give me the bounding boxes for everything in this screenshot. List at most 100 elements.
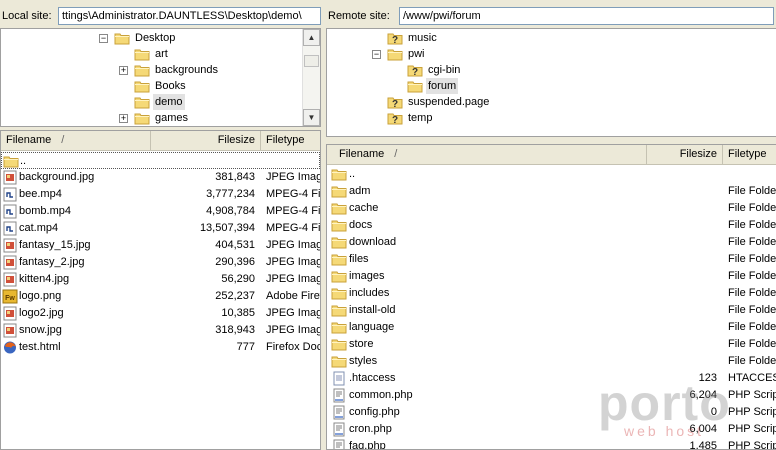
fireworks-file-icon: Fw: [2, 289, 18, 304]
parent-directory-row[interactable]: ..: [327, 166, 776, 183]
remote-directory-tree[interactable]: ? music pwi −? cgi-bin forum? suspended.page? t…: [326, 28, 776, 137]
folder-icon: [331, 184, 347, 199]
media-file-icon: [2, 204, 18, 219]
file-row[interactable]: docs File Folder: [327, 217, 776, 234]
folder-icon: [331, 354, 347, 369]
unknown-folder-icon: ?: [387, 95, 403, 110]
file-name: cron.php: [349, 423, 392, 435]
remote-site-path-input[interactable]: /www/pwi/forum: [399, 7, 774, 25]
collapse-icon[interactable]: −: [372, 50, 381, 59]
file-row[interactable]: styles File Folder: [327, 353, 776, 370]
file-row[interactable]: cron.php 6,004 PHP Script: [327, 421, 776, 438]
folder-icon: [331, 201, 347, 216]
file-row[interactable]: bee.mp4 3,777,234 MPEG-4 File: [1, 186, 320, 203]
folder-icon: [331, 269, 347, 284]
file-row[interactable]: store File Folder: [327, 336, 776, 353]
file-name: faq.php: [349, 440, 386, 450]
file-type: JPEG Image: [266, 171, 320, 183]
script-file-icon: [331, 439, 347, 449]
folder-icon: [114, 31, 130, 45]
local-pane: Local site: ttings\Administrator.DAUNTLE…: [0, 0, 321, 450]
column-filename[interactable]: Filename /: [327, 145, 647, 164]
column-filename[interactable]: Filename /: [1, 131, 151, 150]
file-row[interactable]: files File Folder: [327, 251, 776, 268]
file-size: 1,485: [689, 440, 717, 450]
file-row[interactable]: background.jpg 381,843 JPEG Image: [1, 169, 320, 186]
file-row[interactable]: .htaccess 123 HTACCESS: [327, 370, 776, 387]
file-type: PHP Script: [728, 440, 776, 450]
file-size: 10,385: [221, 307, 255, 319]
file-name: common.php: [349, 389, 413, 401]
file-row[interactable]: snow.jpg 318,943 JPEG Image: [1, 322, 320, 339]
file-row[interactable]: install-old File Folder: [327, 302, 776, 319]
unknown-folder-icon: ?: [407, 63, 423, 78]
file-name: download: [349, 236, 397, 248]
expand-icon[interactable]: +: [119, 114, 128, 123]
file-name: cat.mp4: [19, 222, 59, 234]
folder-icon: [331, 167, 347, 182]
file-row[interactable]: config.php 0 PHP Script: [327, 404, 776, 421]
tree-node-label: backgrounds: [155, 64, 218, 76]
remote-site-label: Remote site:: [328, 10, 390, 22]
file-name: .htaccess: [349, 372, 396, 384]
file-size: 290,396: [215, 256, 255, 268]
folder-icon: [134, 79, 150, 93]
file-row[interactable]: cache File Folder: [327, 200, 776, 217]
file-type: JPEG Image: [266, 307, 320, 319]
tree-node-label: art: [155, 48, 168, 60]
remote-file-list[interactable]: Filename / Filesize Filetype .. adm File Fo…: [326, 144, 776, 450]
tree-node-label: demo: [153, 94, 185, 110]
file-size: 4,908,784: [206, 205, 255, 217]
column-filetype[interactable]: Filetype: [261, 131, 320, 150]
remote-list-header: Filename / Filesize Filetype: [327, 145, 776, 165]
column-filesize[interactable]: Filesize: [647, 145, 723, 164]
scroll-up-icon[interactable]: ▲: [303, 29, 320, 46]
local-tree-scrollbar[interactable]: ▲ ▼: [302, 29, 320, 126]
file-type: HTACCESS: [728, 372, 776, 384]
file-type: File Folder: [728, 287, 776, 299]
remote-pane: Remote site: /www/pwi/forum ? music pwi −? c…: [326, 0, 776, 450]
file-row[interactable]: Fw logo.png 252,237 Adobe Firew: [1, 288, 320, 305]
parent-directory-row[interactable]: ..: [1, 152, 320, 169]
file-row[interactable]: includes File Folder: [327, 285, 776, 302]
local-site-path-input[interactable]: ttings\Administrator.DAUNTLESS\Desktop\d…: [58, 7, 321, 25]
file-row[interactable]: language File Folder: [327, 319, 776, 336]
file-row[interactable]: test.html 777 Firefox Doc: [1, 339, 320, 356]
scroll-down-icon[interactable]: ▼: [303, 109, 320, 126]
file-row[interactable]: bomb.mp4 4,908,784 MPEG-4 File: [1, 203, 320, 220]
scroll-thumb[interactable]: [304, 55, 319, 67]
local-directory-tree[interactable]: ▲ ▼ Desktop − art backgrounds + Books demo game…: [0, 28, 321, 127]
file-size: 56,290: [221, 273, 255, 285]
file-row[interactable]: common.php 6,204 PHP Script: [327, 387, 776, 404]
local-file-list[interactable]: Filename / Filesize Filetype .. background…: [0, 130, 321, 450]
file-row[interactable]: logo2.jpg 10,385 JPEG Image: [1, 305, 320, 322]
file-row[interactable]: adm File Folder: [327, 183, 776, 200]
file-row[interactable]: fantasy_2.jpg 290,396 JPEG Image: [1, 254, 320, 271]
collapse-icon[interactable]: −: [99, 34, 108, 43]
file-name: store: [349, 338, 374, 350]
file-row[interactable]: kitten4.jpg 56,290 JPEG Image: [1, 271, 320, 288]
file-type: Firefox Doc: [266, 341, 321, 353]
file-type: File Folder: [728, 185, 776, 197]
file-type: File Folder: [728, 355, 776, 367]
file-type: PHP Script: [728, 389, 776, 401]
expand-icon[interactable]: +: [119, 66, 128, 75]
column-filesize[interactable]: Filesize: [151, 131, 261, 150]
unknown-folder-icon: ?: [387, 111, 403, 126]
image-file-icon: [2, 255, 18, 270]
file-size: 404,531: [215, 239, 255, 251]
file-row[interactable]: faq.php 1,485 PHP Script: [327, 438, 776, 450]
column-filetype[interactable]: Filetype: [723, 145, 776, 164]
file-row[interactable]: download File Folder: [327, 234, 776, 251]
folder-icon: [134, 63, 150, 77]
local-site-label: Local site:: [2, 10, 52, 22]
file-row[interactable]: fantasy_15.jpg 404,531 JPEG Image: [1, 237, 320, 254]
file-name: fantasy_15.jpg: [19, 239, 91, 251]
tree-node-label: Books: [155, 80, 186, 92]
folder-icon: [331, 303, 347, 318]
file-name: language: [349, 321, 395, 333]
file-row[interactable]: images File Folder: [327, 268, 776, 285]
file-row[interactable]: cat.mp4 13,507,394 MPEG-4 File: [1, 220, 320, 237]
tree-node-label: Desktop: [135, 32, 176, 44]
file-name: ..: [349, 168, 356, 180]
